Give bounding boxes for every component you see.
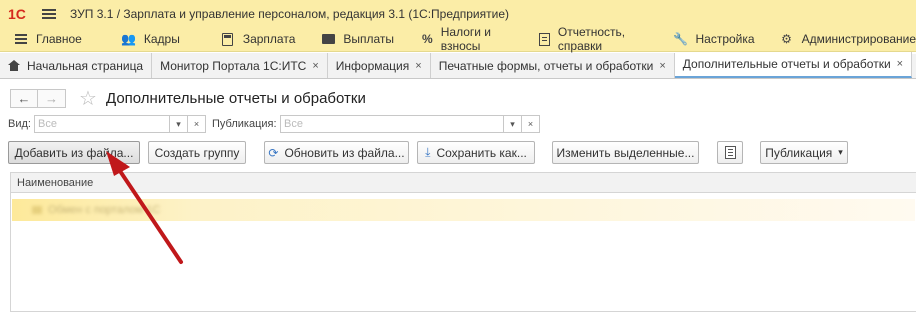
section-label: Отчетность, справки: [557, 25, 626, 53]
close-icon[interactable]: ×: [312, 60, 318, 72]
section-label: Администрирование: [801, 32, 916, 46]
title-bar: 1С ЗУП 3.1 / Зарплата и управление персо…: [0, 0, 916, 27]
calculator-icon: [221, 32, 235, 46]
section-hr[interactable]: 👥 Кадры: [121, 27, 180, 52]
tab-label: Дополнительные отчеты и обработки: [682, 57, 891, 71]
group-icon: [32, 206, 42, 214]
section-label: Кадры: [143, 32, 180, 46]
button-label: Обновить из файла...: [284, 145, 405, 160]
tab-its-monitor[interactable]: Монитор Портала 1С:ИТС ×: [152, 53, 328, 78]
close-icon[interactable]: ×: [897, 58, 903, 70]
kind-filter-input[interactable]: Все: [34, 115, 170, 133]
reports-table: Наименование Обмен с порталом 1С: [10, 172, 916, 312]
tab-home[interactable]: Начальная страница: [0, 53, 153, 78]
column-header-name[interactable]: Наименование: [11, 173, 916, 193]
tab-label: Начальная страница: [27, 58, 144, 73]
section-label: Главное: [36, 32, 82, 46]
list-settings-button[interactable]: [717, 141, 743, 164]
section-label: Налоги и взносы: [440, 25, 492, 53]
section-main[interactable]: Главное: [14, 27, 82, 52]
kind-filter-label: Вид:: [8, 118, 31, 130]
publication-filter-label: Публикация:: [212, 118, 277, 130]
refresh-icon: ⟳: [268, 145, 279, 160]
section-label: Зарплата: [242, 32, 296, 46]
button-label: Создать группу: [154, 145, 240, 160]
kind-filter-dropdown[interactable]: ▾: [170, 115, 188, 133]
favorite-star-icon[interactable]: ☆: [79, 86, 97, 111]
percent-icon: %: [422, 32, 433, 46]
lines-icon: [14, 32, 28, 46]
wrench-icon: 🔧: [673, 32, 688, 46]
save-as-button[interactable]: ⤓ Сохранить как...: [417, 141, 535, 164]
button-label: Добавить из файла...: [14, 145, 134, 160]
change-selected-button[interactable]: Изменить выделенные...: [552, 141, 699, 164]
section-taxes[interactable]: % Налоги и взносы: [422, 25, 512, 53]
download-icon: ⤓: [425, 145, 431, 159]
tab-label: Монитор Портала 1С:ИТС: [160, 58, 307, 73]
open-windows-tabs: Начальная страница Монитор Портала 1С:ИТ…: [0, 52, 916, 79]
tab-label: Информация: [335, 58, 410, 73]
history-navigation: ← →: [10, 89, 66, 108]
table-row[interactable]: Обмен с порталом 1С: [12, 199, 915, 221]
row-label: Обмен с порталом 1С: [48, 204, 161, 216]
publication-menu-button[interactable]: Публикация ▾: [760, 141, 848, 164]
section-payments[interactable]: Выплаты: [321, 27, 394, 52]
tab-information[interactable]: Информация ×: [327, 53, 431, 78]
publication-filter-dropdown[interactable]: ▾: [504, 115, 522, 133]
list-icon: [724, 146, 736, 159]
document-icon: [538, 32, 550, 46]
page-title: Дополнительные отчеты и обработки: [106, 90, 366, 107]
section-label: Выплаты: [343, 32, 395, 46]
section-reports[interactable]: Отчетность, справки: [538, 25, 646, 53]
section-salary[interactable]: Зарплата: [221, 27, 296, 52]
wallet-icon: [321, 32, 335, 46]
tab-label: Печатные формы, отчеты и обработки: [438, 58, 654, 73]
publication-filter-input[interactable]: Все: [280, 115, 504, 133]
section-label: Настройка: [695, 32, 755, 46]
section-settings[interactable]: 🔧 Настройка: [673, 27, 755, 52]
tab-additional-reports[interactable]: Дополнительные отчеты и обработки ×: [674, 52, 913, 78]
publication-filter-clear[interactable]: ×: [522, 115, 540, 133]
sections-panel: Главное 👥 Кадры Зарплата Выплаты % Налог…: [0, 25, 916, 53]
section-admin[interactable]: ⚙ Администрирование: [780, 27, 916, 52]
chevron-down-icon: ▾: [838, 147, 843, 157]
button-label: Изменить выделенные...: [556, 145, 695, 160]
create-group-button[interactable]: Создать группу: [148, 141, 246, 164]
button-label: Публикация: [765, 145, 833, 160]
app-logo: 1С: [8, 5, 26, 22]
update-from-file-button[interactable]: ⟳ Обновить из файла...: [264, 141, 409, 164]
kind-filter-clear[interactable]: ×: [188, 115, 206, 133]
home-icon: [8, 60, 20, 71]
back-button[interactable]: ←: [10, 89, 38, 108]
forward-button[interactable]: →: [38, 89, 66, 108]
close-icon[interactable]: ×: [415, 60, 421, 72]
window-title: ЗУП 3.1 / Зарплата и управление персонал…: [70, 6, 509, 21]
add-from-file-button[interactable]: Добавить из файла...: [8, 141, 140, 164]
close-icon[interactable]: ×: [659, 60, 665, 72]
button-label: Сохранить как...: [436, 145, 527, 160]
people-icon: 👥: [121, 32, 137, 46]
tab-print-forms[interactable]: Печатные формы, отчеты и обработки ×: [430, 53, 675, 78]
main-menu-icon[interactable]: [42, 8, 56, 19]
gear-icon: ⚙: [781, 32, 792, 46]
